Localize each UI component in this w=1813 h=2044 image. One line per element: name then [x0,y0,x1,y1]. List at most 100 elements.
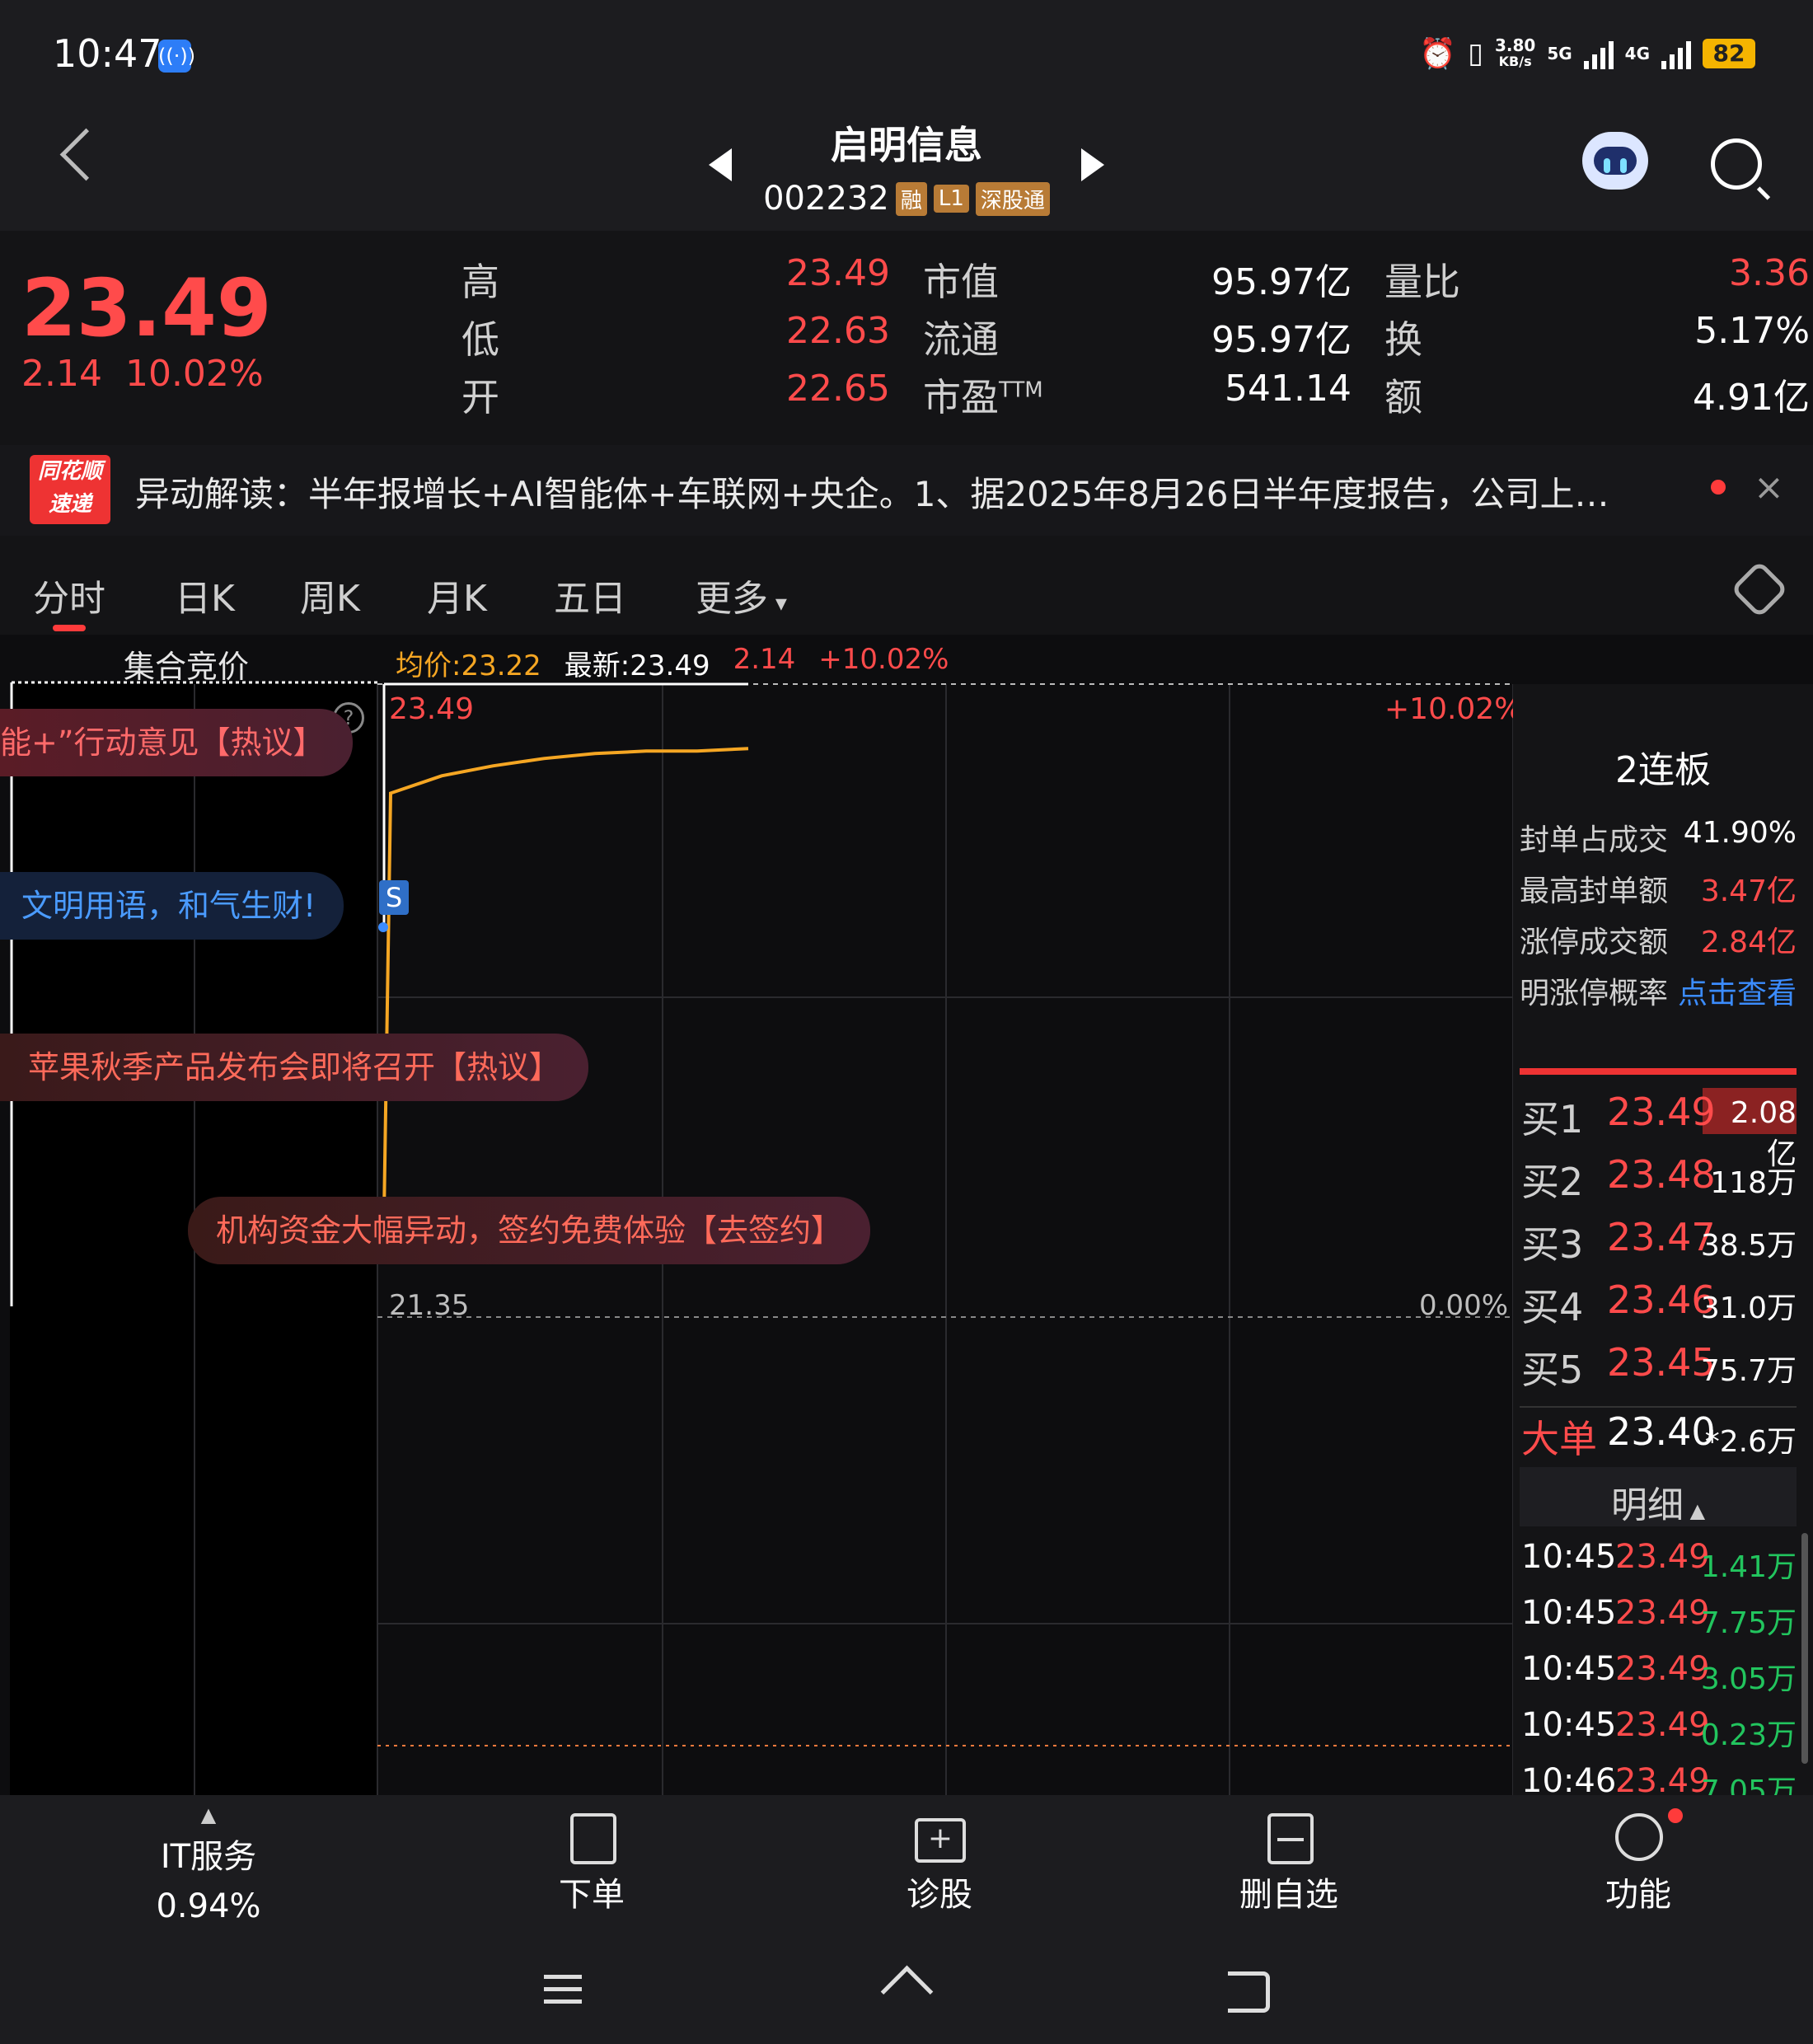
stock-code: 002232 [763,180,889,218]
view-probability-link[interactable]: 点击查看 [1673,969,1797,1012]
home-icon[interactable] [880,1965,933,2018]
signal-5g-icon [1583,38,1614,69]
orderbook-top-bar [1520,1068,1797,1075]
tab-intraday[interactable]: 分时 [33,569,105,621]
change-percent: 10.02% [124,353,264,395]
functions-button[interactable]: 功能 [1556,1868,1721,1915]
tab-daily-k[interactable]: 日K [175,569,235,621]
bid3-label: 买3 [1521,1222,1584,1267]
value-market-cap: 95.97亿 [1211,261,1352,303]
tick-volume: 7.75万 [1700,1606,1797,1640]
bid1-label: 买1 [1521,1097,1584,1142]
ai-assistant-icon[interactable] [1582,132,1648,190]
label-amount: 额 [1384,375,1422,420]
news-text[interactable]: 异动解读：半年报增长+AI智能体+车联网+央企。1、据2025年8月26日半年度… [135,466,1668,517]
label-low: 低 [461,317,499,362]
price-change: 2.14 10.02% [21,353,264,395]
tag-sz-connect: 深股通 [975,181,1050,216]
stat-label-max-seal: 最高封单额 [1520,874,1669,908]
bid4-volume: 31.0万 [1700,1292,1797,1325]
vibrate-icon: ▯ [1468,37,1483,70]
streak-label: 2连板 [1615,749,1711,791]
alarm-icon: ⏰ [1419,37,1457,71]
tab-weekly-k[interactable]: 周K [300,569,360,621]
stock-code-row: 002232 融 L1 深股通 [0,180,1813,218]
stat-label-next-limit-prob: 明涨停概率 [1520,977,1669,1010]
tab-monthly-k[interactable]: 月K [427,569,487,621]
change-amount: 2.14 [21,353,102,395]
bid4-label: 买4 [1521,1285,1584,1329]
bid3-volume: 38.5万 [1700,1229,1797,1263]
chart-top-price: 23.49 [389,692,475,726]
bid1-price[interactable]: 23.49 [1607,1090,1716,1134]
quote-panel [0,231,1813,445]
value-amount: 4.91亿 [1693,377,1810,419]
detail-label[interactable]: 明细 ▲ [1520,1475,1797,1528]
tag-l1: L1 [933,185,969,213]
net-speed: 3.80 KB/s [1494,35,1536,69]
tick-volume: 1.41万 [1700,1550,1797,1584]
bid5-volume: 75.7万 [1700,1354,1797,1388]
tick-volume: 0.23万 [1700,1718,1797,1752]
signal-marker-s[interactable]: S [379,880,409,915]
stat-value-seal-ratio: 41.90% [1683,816,1797,850]
bid2-volume: 118万 [1710,1166,1797,1200]
value-pe: 541.14 [1225,368,1352,410]
close-icon[interactable]: × [1754,466,1784,509]
caret-up-icon: ▲ [200,1803,217,1826]
ths-news-logo: 同花顺 速递 [30,455,110,524]
sector-name[interactable]: IT服务 [124,1830,293,1878]
functions-icon[interactable] [1615,1813,1663,1861]
tab-five-day[interactable]: 五日 [554,569,626,621]
tick-price: 23.49 [1615,1594,1710,1632]
stock-name: 启明信息 [831,123,982,167]
back-nav-icon[interactable] [1228,1971,1270,2013]
menu-icon[interactable] [544,1975,582,2004]
sector-percent: 0.94% [156,1887,261,1925]
bid5-label: 买5 [1521,1348,1584,1392]
value-turnover: 5.17% [1694,310,1810,352]
tag-margin: 融 [895,181,927,216]
chat-bubble-4[interactable]: 机构资金大幅异动，签约免费体验【去签约】 [188,1197,871,1264]
chat-bubble-1[interactable]: 能+”行动意见【热议】 [0,709,353,776]
hotspot-icon: ((·)) [158,40,195,73]
net-4g-label: 4G [1624,44,1650,63]
remove-watchlist-button[interactable]: 删自选 [1206,1868,1371,1915]
minus-icon [1277,1838,1304,1841]
order-button[interactable]: 下单 [511,1868,672,1915]
value-high: 23.49 [786,252,890,294]
big-order-volume: *2.6万 [1704,1425,1797,1459]
avg-price-line [382,747,749,1216]
search-icon[interactable] [1711,138,1762,190]
chart-tabs [0,536,1813,635]
stat-value-max-seal: 3.47亿 [1700,874,1797,908]
detail-scrollbar[interactable] [1801,1533,1808,1764]
chart-mid-price: 21.35 [389,1289,470,1322]
tick-price: 23.49 [1615,1538,1710,1576]
label-volume-ratio: 量比 [1384,260,1460,304]
order-icon[interactable] [570,1813,616,1864]
value-float: 95.97亿 [1211,319,1352,361]
chat-bubble-3[interactable]: 苹果秋季产品发布会即将召开【热议】 [0,1034,589,1101]
unread-dot-icon [1711,480,1726,495]
diagnose-button[interactable]: 诊股 [857,1868,1022,1915]
label-float: 流通 [923,317,999,362]
plus-icon: + [927,1821,953,1855]
big-order-label: 大单 [1521,1417,1597,1461]
tick-time: 10:45 [1521,1594,1617,1632]
tab-more[interactable]: 更多 ▾ [696,569,787,621]
chat-bubble-2[interactable]: 文明用语，和气生财! [0,872,344,940]
net-5g-label: 5G [1547,44,1572,63]
tick-time: 10:45 [1521,1706,1617,1744]
label-high: 高 [461,260,499,304]
last-price: 23.49 [21,262,272,354]
value-volume-ratio: 3.36 [1729,252,1810,294]
tick-volume: 3.05万 [1700,1662,1797,1696]
chart-top-pct: +10.02% [1384,692,1523,726]
tick-time: 10:45 [1521,1650,1617,1688]
status-icons: ⏰ ▯ 3.80 KB/s 5G 4G 82 [1419,33,1755,74]
orderbook-divider [1520,1406,1797,1408]
tab-indicator [53,625,86,631]
tick-price: 23.49 [1615,1650,1710,1688]
value-low: 22.63 [786,310,890,352]
